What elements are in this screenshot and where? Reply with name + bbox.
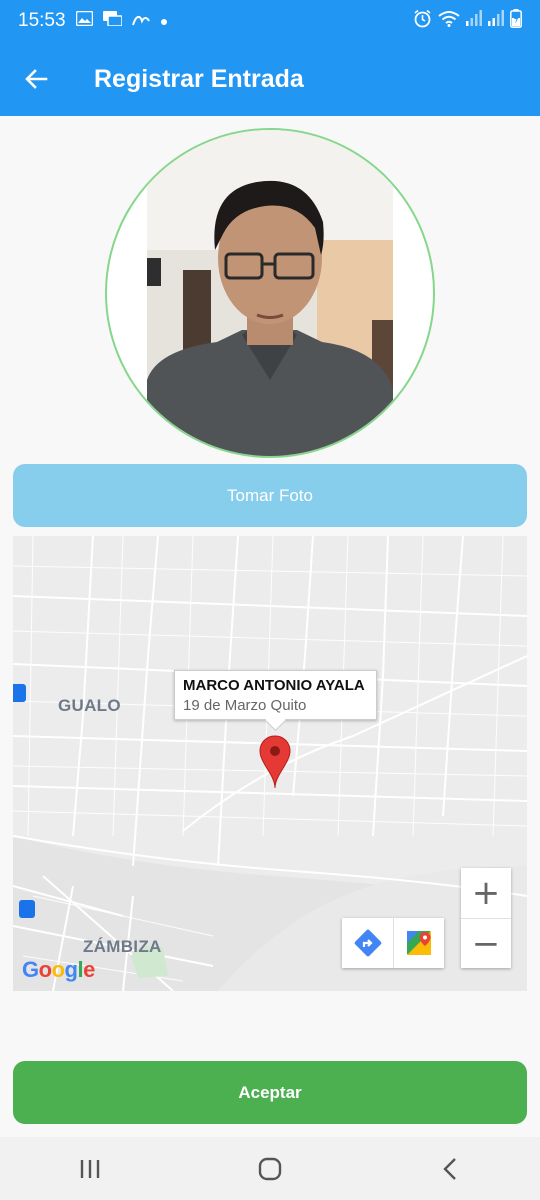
back-icon [443, 1157, 456, 1180]
back-button[interactable] [0, 42, 72, 116]
map-toolbar [342, 918, 444, 968]
recent-apps-button[interactable] [50, 1137, 130, 1200]
zoom-controls: + − [461, 868, 511, 968]
svg-text:Google: Google [22, 957, 95, 982]
app-bar: Registrar Entrada [0, 42, 540, 116]
battery-charging-icon [510, 8, 522, 34]
info-window-title: MARCO ANTONIO AYALA [183, 677, 365, 694]
wave-icon [131, 10, 150, 32]
open-in-maps-button[interactable] [393, 918, 444, 968]
info-window-subtitle: 19 de Marzo Quito [183, 697, 307, 714]
zoom-in-button[interactable]: + [461, 868, 511, 918]
location-marker-icon[interactable] [258, 735, 292, 789]
dot-icon [160, 10, 168, 32]
status-bar: 15:53 [0, 0, 540, 42]
wifi-icon [438, 10, 460, 33]
user-photo-image [147, 130, 393, 456]
marker-info-window[interactable]: MARCO ANTONIO AYALA 19 de Marzo Quito [174, 670, 377, 720]
messages-icon [102, 10, 123, 32]
arrow-left-icon [25, 69, 48, 89]
alarm-icon [413, 9, 432, 34]
system-nav-bar [0, 1137, 540, 1200]
profile-photo [105, 128, 435, 458]
signal-icon [466, 10, 482, 32]
map-view[interactable]: GUALO ZÁMBIZA MARCO ANTONIO AYALA 19 de … [13, 536, 527, 991]
bus-stop-icon[interactable] [19, 900, 35, 918]
home-icon [258, 1157, 282, 1180]
bus-stop-icon[interactable] [13, 684, 26, 702]
recent-apps-icon [80, 1159, 100, 1178]
image-icon [75, 10, 93, 32]
google-logo: Google [22, 955, 98, 989]
google-wordmark: Google [22, 957, 96, 982]
status-time: 15:53 [18, 10, 66, 31]
accept-button[interactable]: Aceptar [13, 1061, 527, 1124]
signal-icon [488, 10, 504, 32]
directions-icon [354, 929, 381, 957]
google-maps-icon [407, 931, 431, 955]
zoom-out-button[interactable]: − [461, 918, 511, 968]
page-title: Registrar Entrada [94, 64, 304, 93]
directions-button[interactable] [342, 918, 393, 968]
district-label: GUALO [58, 696, 121, 715]
district-label: ZÁMBIZA [83, 937, 162, 956]
take-photo-button[interactable]: Tomar Foto [13, 464, 527, 527]
home-button[interactable] [230, 1137, 310, 1200]
system-back-button[interactable] [410, 1137, 490, 1200]
